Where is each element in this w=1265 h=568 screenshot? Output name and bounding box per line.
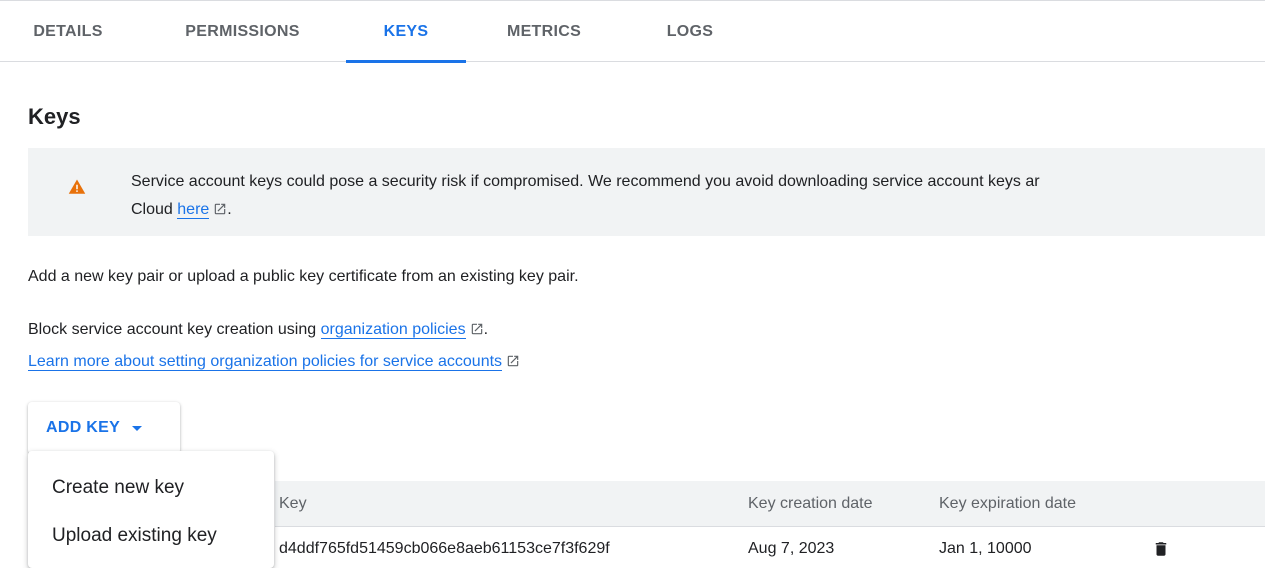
warning-message: Service account keys could pose a securi…	[131, 168, 1265, 224]
column-header-key[interactable]: Key	[279, 481, 307, 527]
column-header-expiration-date[interactable]: Key expiration date	[939, 481, 1076, 527]
external-link-icon	[215, 203, 226, 215]
add-key-label: ADD KEY	[46, 419, 121, 436]
add-key-menu: Create new key Upload existing key	[28, 451, 274, 568]
warning-text-line2: Cloud here.	[131, 196, 1265, 224]
key-id-cell: d4ddf765fd51459cb066e8aeb61153ce7f3f629f	[279, 540, 610, 557]
security-warning-banner: Service account keys could pose a securi…	[28, 148, 1265, 236]
warning-text-line1: Service account keys could pose a securi…	[131, 173, 1040, 190]
add-key-button[interactable]: ADD KEY	[28, 402, 180, 454]
warning-triangle-icon	[68, 179, 86, 194]
policy-prefix: Block service account key creation using	[28, 321, 317, 338]
intro-text: Add a new key pair or upload a public ke…	[28, 268, 579, 285]
tab-keys[interactable]: KEYS	[346, 1, 466, 63]
warning-after-link: .	[227, 201, 232, 218]
expiration-date-cell: Jan 1, 10000	[939, 540, 1032, 557]
tab-details[interactable]: DETAILS	[28, 1, 108, 62]
tab-bar: DETAILS PERMISSIONS KEYS METRICS LOGS	[0, 0, 1265, 63]
creation-date-cell: Aug 7, 2023	[748, 540, 835, 557]
table-row: d4ddf765fd51459cb066e8aeb61153ce7f3f629f…	[275, 527, 1265, 568]
keys-table-header: Key Key creation date Key expiration dat…	[275, 481, 1265, 527]
tab-permissions[interactable]: PERMISSIONS	[165, 1, 320, 62]
learn-more-line: Learn more about setting organization po…	[28, 353, 520, 371]
caret-down-icon	[132, 425, 143, 431]
learn-more-link[interactable]: Learn more about setting organization po…	[28, 353, 503, 371]
tab-metrics[interactable]: METRICS	[494, 1, 594, 62]
delete-trash-icon[interactable]	[1152, 539, 1170, 559]
tab-logs[interactable]: LOGS	[650, 1, 730, 62]
menu-item-create-new-key[interactable]: Create new key	[28, 465, 274, 511]
external-link-icon	[471, 323, 482, 335]
organization-policies-link[interactable]: organization policies	[320, 321, 466, 339]
external-link-icon	[507, 355, 519, 367]
policy-line: Block service account key creation using…	[28, 321, 488, 339]
warning-text-cloud: Cloud	[131, 201, 173, 218]
page-title: Keys	[28, 104, 81, 129]
warning-here-link[interactable]: here	[177, 201, 210, 219]
policy-suffix: .	[483, 321, 489, 338]
menu-item-upload-existing-key[interactable]: Upload existing key	[28, 513, 274, 559]
column-header-creation-date[interactable]: Key creation date	[748, 481, 873, 527]
